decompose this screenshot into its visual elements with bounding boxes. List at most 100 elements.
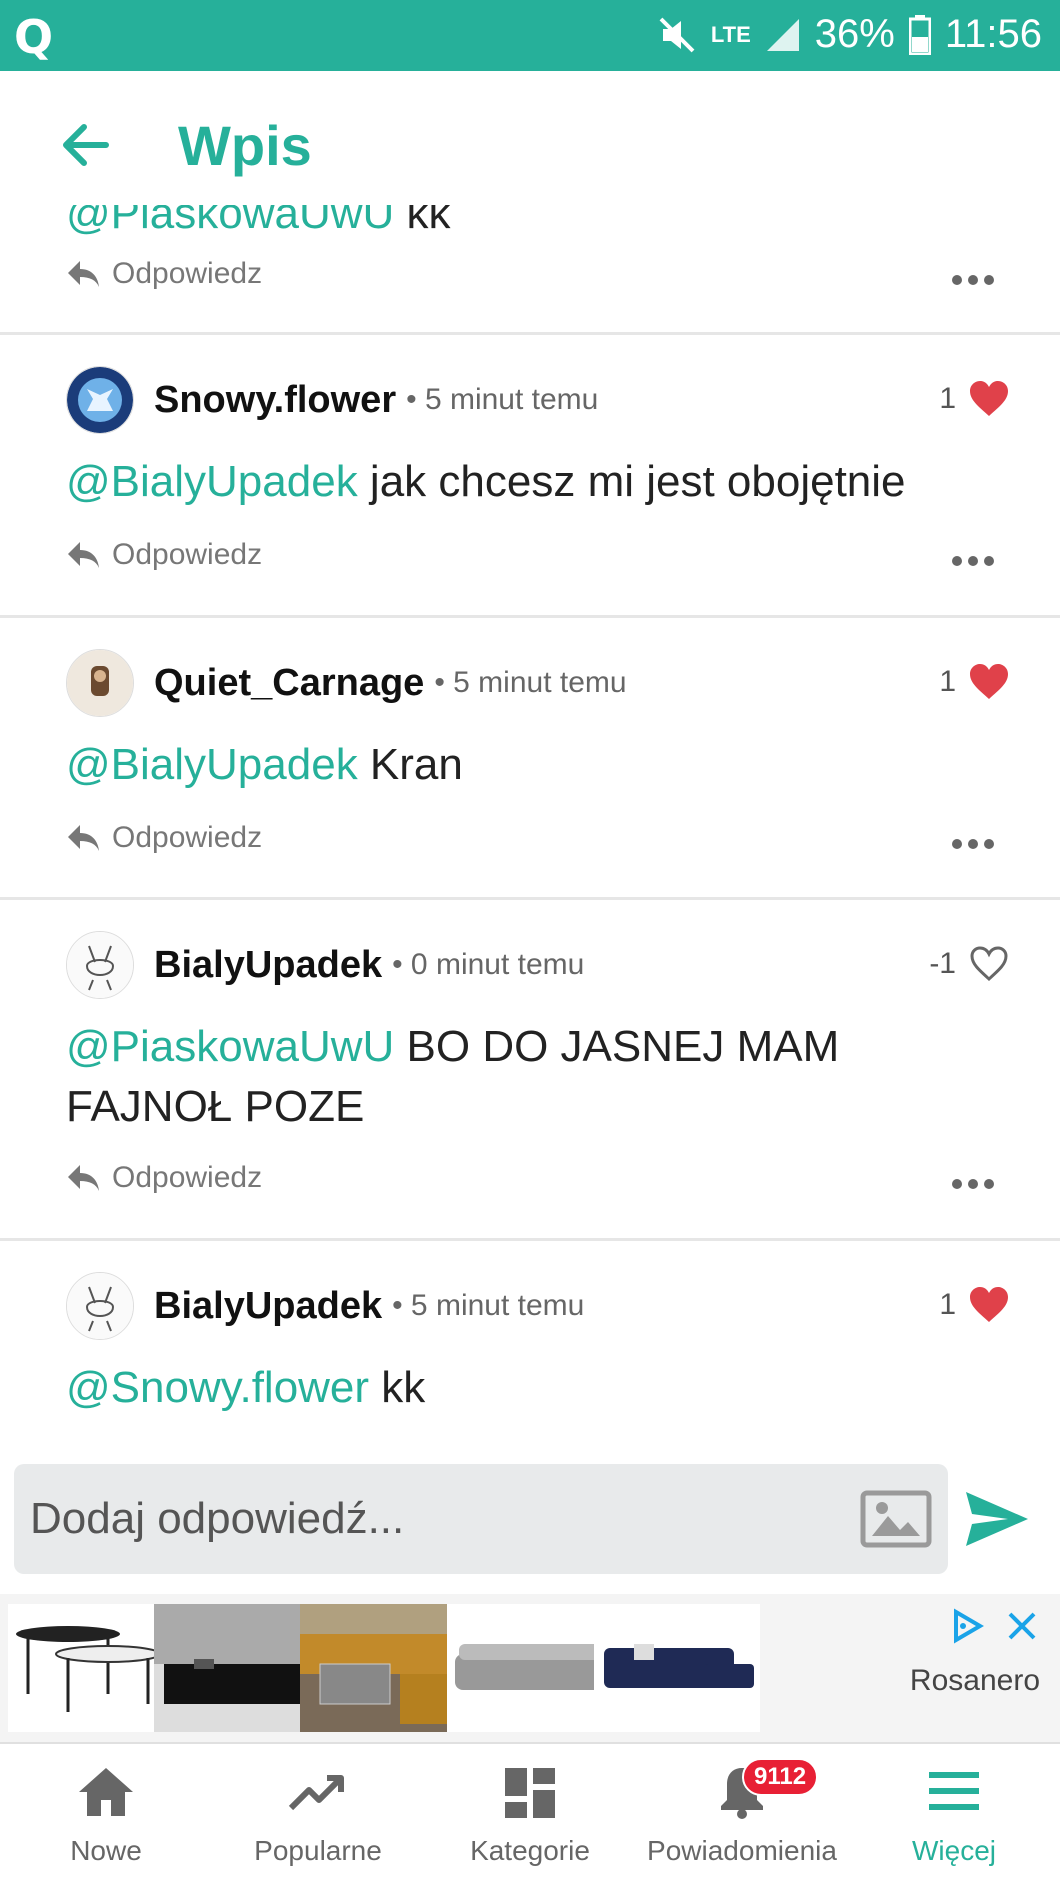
bottom-navigation: Nowe Popularne Kategorie 9112 Powiadomie…: [0, 1742, 1060, 1886]
mention-link[interactable]: @PiaskowaUwU: [66, 1022, 394, 1071]
comment-header: Snowy.flower • 5 minut temu: [66, 366, 598, 434]
nav-item-popularne[interactable]: Popularne: [212, 1744, 424, 1886]
divider: [0, 332, 1060, 335]
reply-button[interactable]: Odpowiedz: [66, 538, 262, 572]
battery-percent: 36%: [814, 12, 895, 56]
comment-header: BialyUpadek • 5 minut temu: [66, 1272, 584, 1340]
avatar[interactable]: [66, 931, 134, 999]
like-count: -1: [929, 947, 956, 980]
ad-banner[interactable]: Rosanero: [0, 1594, 1060, 1742]
timestamp: • 0 minut temu: [392, 948, 585, 981]
username[interactable]: BialyUpadek: [154, 1285, 382, 1328]
reply-button[interactable]: Odpowiedz: [66, 257, 262, 291]
ad-product-image[interactable]: [594, 1604, 760, 1732]
mention-link[interactable]: @BialyUpadek: [66, 740, 358, 789]
reply-icon: [68, 261, 99, 287]
reply-button[interactable]: Odpowiedz: [66, 1161, 262, 1195]
divider: [0, 1238, 1060, 1241]
send-icon[interactable]: [964, 1490, 1030, 1548]
reply-label: Odpowiedz: [112, 257, 263, 290]
reply-input-placeholder: Dodaj odpowiedź...: [30, 1494, 405, 1543]
heart-filled-icon: [970, 1287, 1008, 1322]
nav-item-wiecej[interactable]: Więcej: [848, 1744, 1060, 1886]
notification-badge: 9112: [742, 1758, 819, 1796]
ad-brand-name[interactable]: Rosanero: [910, 1664, 1040, 1698]
menu-icon: [929, 1772, 979, 1810]
more-options-button[interactable]: [952, 1179, 994, 1189]
more-options-button[interactable]: [952, 275, 994, 285]
page-title: Wpis: [178, 114, 312, 177]
ad-product-image[interactable]: [447, 1604, 613, 1732]
comment-feed[interactable]: @PiaskowaUwU kk Odpowiedz Snowy.flower •…: [0, 205, 1060, 1450]
reply-icon: [68, 542, 99, 568]
back-arrow-icon[interactable]: [56, 117, 112, 173]
like-button[interactable]: 1: [939, 663, 1010, 701]
comment-header: BialyUpadek • 0 minut temu: [66, 931, 584, 999]
more-options-button[interactable]: [952, 556, 994, 566]
nav-item-nowe[interactable]: Nowe: [0, 1744, 212, 1886]
dashboard-icon: [505, 1768, 555, 1818]
comment-header: Quiet_Carnage • 5 minut temu: [66, 649, 627, 717]
divider: [0, 897, 1060, 900]
reply-input[interactable]: Dodaj odpowiedź...: [14, 1464, 948, 1574]
divider: [0, 615, 1060, 618]
comment-body: @PiaskowaUwU BO DO JASNEJ MAM FAJNOŁ POZ…: [66, 1022, 840, 1131]
username[interactable]: Quiet_Carnage: [154, 662, 424, 705]
image-attach-icon[interactable]: [860, 1490, 932, 1548]
clipped-comment-text: @PiaskowaUwU kk: [66, 205, 451, 239]
avatar[interactable]: [66, 366, 134, 434]
avatar[interactable]: [66, 649, 134, 717]
clock: 11:56: [944, 12, 1042, 56]
close-ad-icon[interactable]: [1004, 1608, 1040, 1644]
nav-label: Powiadomienia: [647, 1835, 837, 1866]
nav-label: Kategorie: [470, 1835, 590, 1866]
like-button[interactable]: 1: [939, 380, 1010, 418]
reply-button[interactable]: Odpowiedz: [66, 821, 262, 855]
timestamp: • 5 minut temu: [434, 666, 627, 699]
trending-icon: [288, 1775, 344, 1811]
like-count: 1: [939, 382, 956, 415]
timestamp: • 5 minut temu: [406, 383, 599, 416]
signal-icon: [766, 18, 799, 51]
reply-icon: [68, 825, 99, 851]
mention-link[interactable]: @Snowy.flower: [66, 1363, 369, 1412]
nav-label: Popularne: [254, 1835, 382, 1866]
nav-item-powiadomienia[interactable]: 9112 Powiadomienia: [636, 1744, 848, 1886]
nav-label: Nowe: [70, 1835, 142, 1866]
status-bar: Q LTE 36% 11:56: [0, 0, 1060, 71]
ad-product-image[interactable]: [8, 1604, 174, 1732]
app-bar: Wpis: [0, 71, 1060, 221]
like-button[interactable]: -1: [929, 945, 1010, 983]
timestamp: • 5 minut temu: [392, 1289, 585, 1322]
heart-outline-icon: [970, 946, 1008, 982]
comment-body: @BialyUpadek jak chcesz mi jest obojętni…: [66, 457, 906, 506]
reply-label: Odpowiedz: [112, 1161, 263, 1194]
ad-product-image[interactable]: [154, 1604, 320, 1732]
reply-label: Odpowiedz: [112, 538, 263, 571]
heart-filled-icon: [970, 664, 1008, 699]
mute-icon: [659, 17, 695, 52]
like-count: 1: [939, 1288, 956, 1321]
username[interactable]: BialyUpadek: [154, 944, 382, 987]
nav-label: Więcej: [911, 1835, 996, 1866]
heart-filled-icon: [970, 381, 1008, 416]
network-label: LTE: [710, 21, 751, 47]
home-icon: [79, 1768, 133, 1816]
mention-link[interactable]: @PiaskowaUwU: [66, 205, 394, 238]
more-options-button[interactable]: [952, 839, 994, 849]
reply-icon: [68, 1165, 99, 1191]
adchoices-icon[interactable]: [950, 1608, 986, 1644]
mention-link[interactable]: @BialyUpadek: [66, 457, 358, 506]
nav-item-kategorie[interactable]: Kategorie: [424, 1744, 636, 1886]
comment-body: @Snowy.flower kk: [66, 1363, 426, 1412]
like-button[interactable]: 1: [939, 1286, 1010, 1324]
ad-product-image[interactable]: [300, 1604, 466, 1732]
reply-input-bar: Dodaj odpowiedź...: [0, 1450, 1060, 1594]
avatar[interactable]: [66, 1272, 134, 1340]
like-count: 1: [939, 665, 956, 698]
comment-body: @BialyUpadek Kran: [66, 740, 463, 789]
reply-label: Odpowiedz: [112, 821, 263, 854]
battery-icon: [908, 14, 931, 55]
app-logo-icon: Q: [14, 10, 54, 64]
username[interactable]: Snowy.flower: [154, 379, 396, 422]
